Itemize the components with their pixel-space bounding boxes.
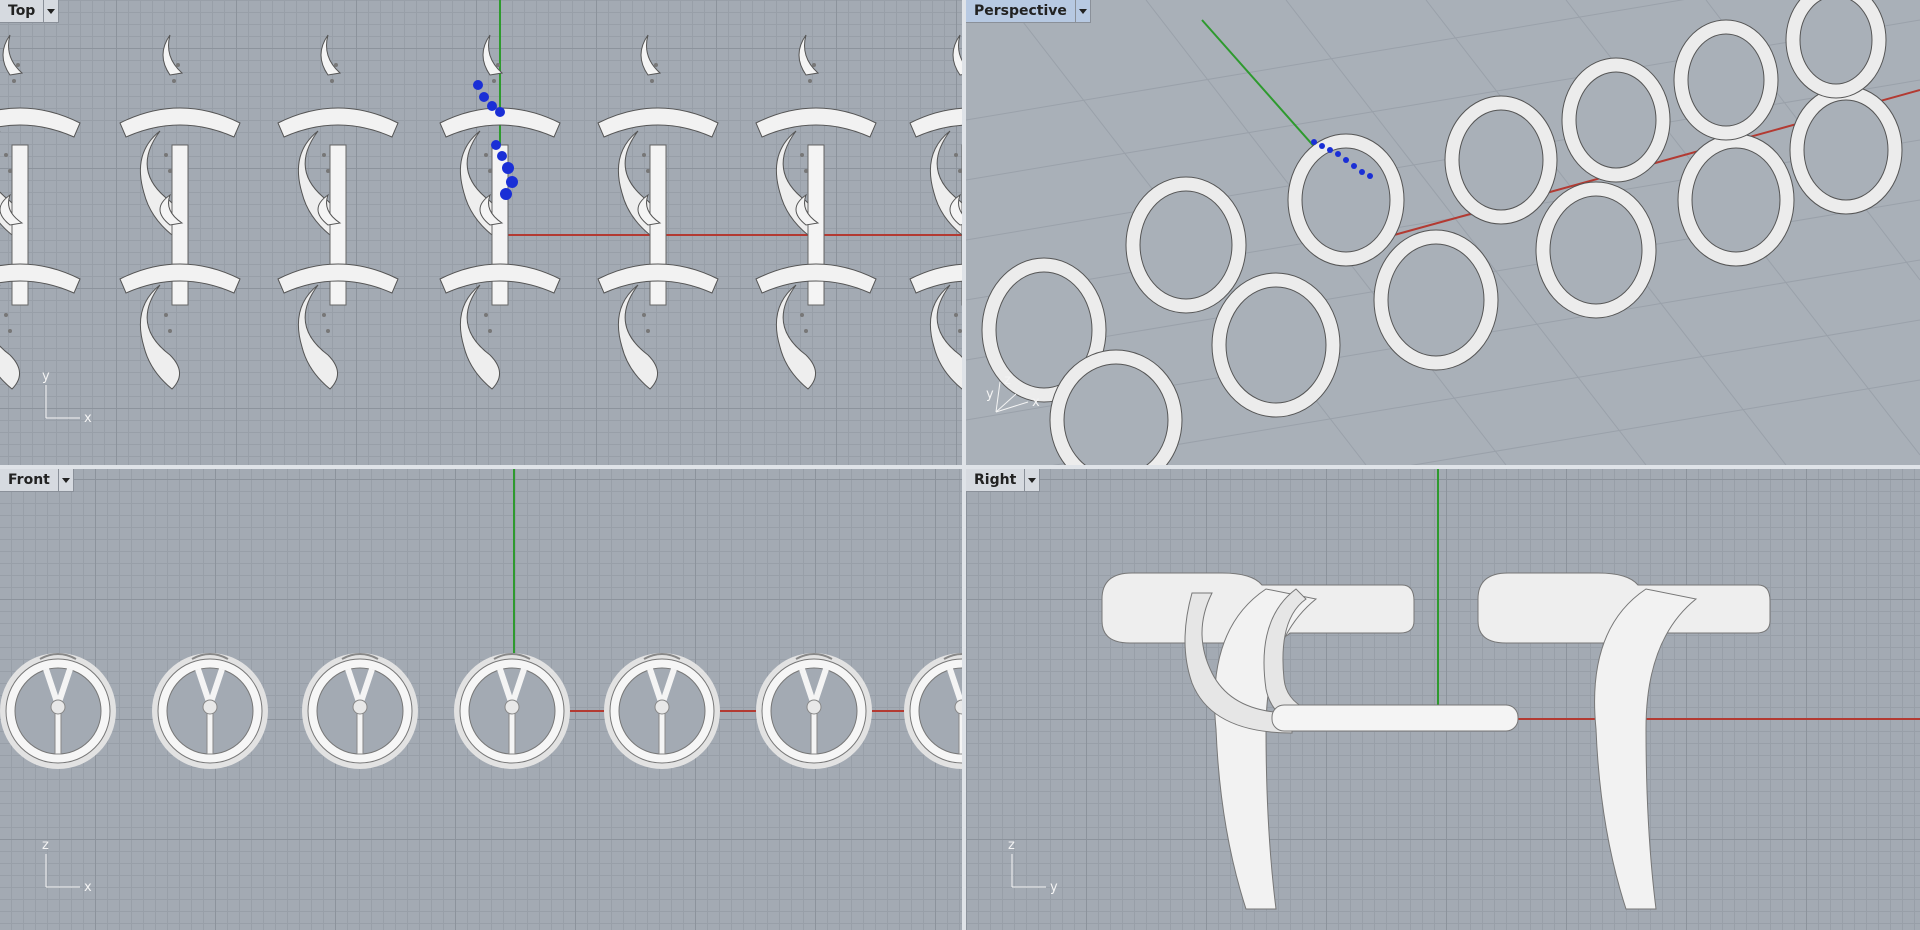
chevron-down-icon[interactable] xyxy=(1074,0,1090,22)
axis-indicator: x z xyxy=(42,838,92,895)
axis-indicator: y z xyxy=(1008,838,1058,895)
viewport-title-top[interactable]: Top xyxy=(0,3,43,19)
viewport-perspective[interactable]: Perspective x z y xyxy=(966,0,1920,465)
chevron-down-icon[interactable] xyxy=(43,0,58,22)
ring-side-model[interactable] xyxy=(1101,572,1519,910)
viewport-right[interactable]: Right y z xyxy=(966,469,1920,930)
viewport-tab-right: Right xyxy=(966,469,1041,492)
perspective-scene: x z y xyxy=(966,0,1920,465)
ring-model[interactable] xyxy=(0,653,116,769)
axis-label-y: y xyxy=(1050,880,1058,895)
ring-side-model[interactable] xyxy=(1477,572,1771,910)
ring-model[interactable] xyxy=(597,34,719,390)
ring-models[interactable] xyxy=(981,0,1903,465)
axis-label-x: x xyxy=(1032,395,1040,410)
viewport-top[interactable]: Top x y xyxy=(0,0,962,465)
ring-model[interactable] xyxy=(904,653,962,769)
viewport-title-front[interactable]: Front xyxy=(0,472,58,488)
ring-model[interactable] xyxy=(909,34,962,390)
ring-model[interactable] xyxy=(604,653,720,769)
viewport-tab-top: Top xyxy=(0,0,60,23)
ring-model[interactable] xyxy=(152,653,268,769)
axis-label-z: z xyxy=(1004,373,1011,388)
ring-model[interactable] xyxy=(755,34,877,390)
chevron-down-icon[interactable] xyxy=(1024,469,1039,491)
axis-label-x: x xyxy=(84,411,92,426)
viewport-title-right[interactable]: Right xyxy=(966,472,1024,488)
ring-model[interactable] xyxy=(0,34,81,390)
ring-model[interactable] xyxy=(454,653,570,769)
axis-label-z: z xyxy=(1008,838,1015,853)
front-scene: x z xyxy=(0,469,962,895)
axis-label-y: y xyxy=(986,387,994,402)
axis-indicator: x y xyxy=(42,369,92,426)
top-scene: x y xyxy=(0,0,962,426)
ring-model[interactable] xyxy=(756,653,872,769)
ring-model[interactable] xyxy=(277,34,399,390)
axis-label-x: x xyxy=(84,880,92,895)
axis-label-z: z xyxy=(42,838,49,853)
ring-model[interactable] xyxy=(119,34,241,390)
right-scene: y z xyxy=(1008,469,1920,910)
viewport-front[interactable]: Front x z xyxy=(0,469,962,930)
viewport-splitter-horizontal[interactable] xyxy=(0,465,1920,469)
viewport-tab-front: Front xyxy=(0,469,74,492)
viewport-title-perspective[interactable]: Perspective xyxy=(966,3,1075,19)
chevron-down-icon[interactable] xyxy=(57,469,73,491)
ring-model[interactable] xyxy=(302,653,418,769)
viewport-tab-perspective: Perspective xyxy=(966,0,1091,23)
viewport-layout: Top x y Perspective x z y Front x z Righ… xyxy=(0,0,1920,930)
axis-label-y: y xyxy=(42,369,50,384)
